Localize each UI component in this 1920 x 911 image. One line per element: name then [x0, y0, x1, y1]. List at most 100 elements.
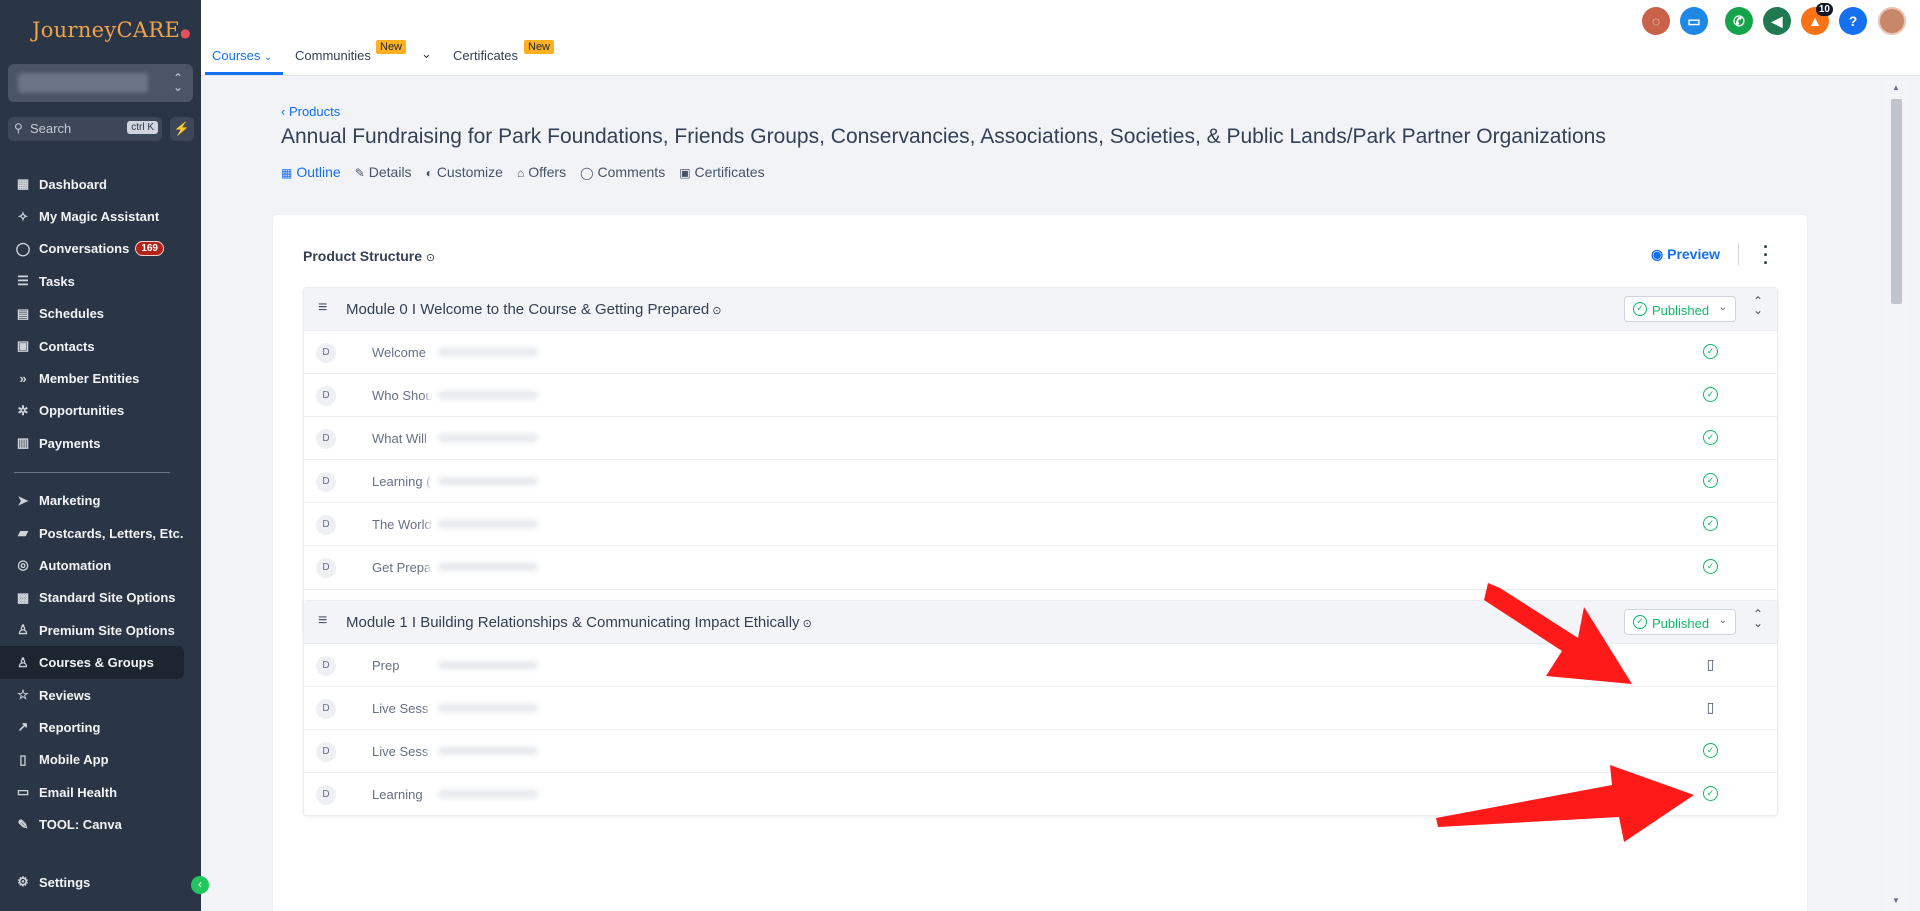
status-dropdown[interactable]: ✓ Published ⌄ — [1624, 296, 1736, 322]
my-magic-assistant-icon: ✧ — [17, 208, 29, 224]
schedules-icon: ▤ — [16, 305, 30, 321]
published-check-icon: ✓ — [1703, 387, 1718, 403]
bell-icon[interactable]: ▲ 10 — [1801, 3, 1833, 35]
new-badge: New — [376, 40, 407, 54]
opportunities-icon: ✲ — [17, 402, 29, 418]
sidebar-item-standard-site-options[interactable]: ▩ Standard Site Options — [0, 582, 201, 614]
search-box[interactable]: ⚲ Search ctrl K — [8, 117, 162, 141]
lesson-row[interactable]: D Live Sess ▯ — [304, 686, 1777, 729]
subtab-offers[interactable]: ⌂ Offers — [517, 164, 566, 180]
preview-button[interactable]: ◉ Preview — [1651, 246, 1720, 263]
lesson-row[interactable]: D Get Prepa ✓ — [304, 545, 1777, 588]
megaphone-icon[interactable]: ◀ — [1763, 7, 1791, 35]
sidebar-item-marketing[interactable]: ➤ Marketing — [0, 485, 201, 517]
status-label: Published — [1652, 303, 1710, 318]
sidebar-item-reviews[interactable]: ☆ Reviews — [0, 679, 201, 711]
sidebar-item-contacts[interactable]: ▣ Contacts — [0, 330, 201, 362]
info-icon[interactable]: ⊙ — [800, 618, 812, 630]
conversations-icon: ◯ — [15, 240, 31, 256]
lesson-row[interactable]: D Learning (✓ — [304, 459, 1777, 502]
sidebar-item-automation[interactable]: ◎ Automation — [0, 549, 201, 581]
lesson-row[interactable]: D Prep ▯ — [304, 643, 1777, 686]
module-header[interactable]: ≡ Module 1 I Building Relationships & Com… — [304, 601, 1777, 643]
standard-site-options-icon: ▩ — [16, 589, 30, 605]
subtab-certificates[interactable]: ▣ Certificates — [679, 164, 764, 180]
details-icon: ✎ — [354, 166, 365, 180]
lesson-row[interactable]: D Welcome ✓ — [304, 330, 1777, 373]
postcards-letters-etc-icon: ▰ — [18, 525, 28, 541]
sidebar-item-dashboard[interactable]: ▦ Dashboard — [0, 168, 201, 200]
expand-collapse-icon[interactable]: ⌃ ⌄ — [1753, 295, 1763, 316]
sidebar-item-opportunities[interactable]: ✲ Opportunities — [0, 395, 201, 427]
chevron-down-icon: ⌄ — [264, 52, 273, 63]
more-options-icon[interactable]: · · · — [1763, 238, 1769, 272]
sidebar-item-reporting[interactable]: ↗ Reporting — [0, 711, 201, 743]
subtab-details[interactable]: ✎ Details — [355, 164, 412, 180]
subtab-label: Details — [368, 164, 412, 180]
communities-dropdown-icon[interactable]: ⌄ — [421, 46, 432, 62]
phone-icon[interactable]: ✆ — [1725, 7, 1753, 35]
breadcrumb-products-link[interactable]: ‹ Products — [281, 104, 340, 119]
subtab-comments[interactable]: ◯ Comments — [580, 164, 665, 180]
scrollbar-thumb[interactable] — [1891, 99, 1902, 304]
sidebar-item-mobile-app[interactable]: ▯ Mobile App — [0, 744, 201, 776]
sidebar-item-label: Tasks — [39, 273, 75, 289]
lesson-row[interactable]: D What Will ✓ — [304, 416, 1777, 459]
module-header[interactable]: ≡ Module 0 I Welcome to the Course & Gett… — [304, 288, 1777, 330]
sidebar-item-premium-site-options[interactable]: ♙ Premium Site Options — [0, 614, 201, 646]
product-structure-card: Product Structure ⊙ ◉ Preview · · · ≡ Modul… — [273, 215, 1807, 911]
page-scrollbar[interactable]: ▲ ▼ — [1886, 77, 1906, 911]
module-title-text: Module 1 I Building Relationships & Comm… — [346, 614, 800, 631]
redacted-text — [428, 509, 668, 540]
sidebar-item-conversations[interactable]: ◯ Conversations 169 — [0, 233, 201, 265]
location-switcher[interactable]: ⌃ ⌄ — [8, 64, 193, 102]
sidebar-item-schedules[interactable]: ▤ Schedules — [0, 298, 201, 330]
info-icon[interactable]: ⊙ — [426, 252, 435, 264]
lesson-title: Who Shou — [372, 388, 433, 404]
lesson-row[interactable]: D Learning ✓ — [304, 772, 1777, 815]
subtab-customize[interactable]: ◐ Customize — [426, 164, 503, 180]
chat-icon[interactable]: ◌ — [1642, 7, 1670, 35]
sidebar-item-postcards-letters-etc[interactable]: ▰ Postcards, Letters, Etc. — [0, 517, 201, 549]
sidebar-item-tool-canva[interactable]: ✎ TOOL: Canva — [0, 808, 201, 840]
contact-card-icon[interactable]: ▭ — [1680, 7, 1708, 35]
scroll-up-icon[interactable]: ▲ — [1892, 83, 1900, 92]
lesson-type-badge: D — [316, 472, 336, 493]
page-title: Annual Fundraising for Park Foundations,… — [281, 125, 1606, 148]
help-icon[interactable]: ? — [1839, 7, 1867, 35]
status-dropdown[interactable]: ✓ Published ⌄ — [1624, 609, 1736, 635]
sidebar-item-label: Premium Site Options — [39, 622, 175, 638]
clipboard-icon: ▯ — [1706, 656, 1715, 672]
sidebar-item-email-health[interactable]: ▭ Email Health — [0, 776, 201, 808]
reporting-icon: ↗ — [17, 719, 29, 735]
info-icon[interactable]: ⊙ — [709, 305, 721, 317]
drag-handle-icon[interactable]: ≡ — [318, 299, 327, 317]
sidebar-item-member-entities[interactable]: » Member Entities — [0, 362, 201, 394]
sidebar-collapse-button[interactable]: ‹ — [191, 876, 209, 894]
sidebar-item-my-magic-assistant[interactable]: ✧ My Magic Assistant — [0, 200, 201, 232]
scroll-down-icon[interactable]: ▼ — [1892, 896, 1900, 905]
sidebar-item-courses-groups[interactable]: ♙ Courses & Groups — [0, 646, 184, 679]
module-section: ≡ Module 1 I Building Relationships & Com… — [303, 600, 1778, 817]
customize-icon: ◐ — [425, 166, 433, 180]
brand-logo[interactable]: JourneyCARE● — [32, 18, 191, 42]
tab-courses[interactable]: Courses ⌄ — [212, 48, 272, 63]
tab-communities[interactable]: Communities — [295, 48, 371, 63]
tab-certificates[interactable]: Certificates — [453, 48, 518, 63]
subtab-outline[interactable]: ▦ Outline — [281, 164, 341, 180]
lesson-row[interactable]: D Who Shou ✓ — [304, 373, 1777, 416]
sidebar-item-tasks[interactable]: ☰ Tasks — [0, 265, 201, 297]
location-name-redacted — [18, 73, 148, 93]
lesson-row[interactable]: D The World ✓ — [304, 502, 1777, 545]
avatar[interactable] — [1878, 7, 1906, 35]
conversations-count-badge: 169 — [135, 241, 164, 257]
drag-handle-icon[interactable]: ≡ — [318, 612, 327, 630]
quick-action-bolt-icon[interactable]: ⚡ — [170, 117, 194, 141]
lesson-type-badge: D — [316, 785, 336, 806]
sidebar-item-settings[interactable]: ⚙ Settings — [0, 866, 201, 898]
sidebar-item-payments[interactable]: ▥ Payments — [0, 427, 201, 459]
lesson-row[interactable]: D Live Sess ✓ — [304, 729, 1777, 772]
lesson-type-badge: D — [316, 742, 336, 763]
expand-collapse-icon[interactable]: ⌃ ⌄ — [1753, 608, 1763, 629]
redacted-text — [428, 337, 668, 367]
